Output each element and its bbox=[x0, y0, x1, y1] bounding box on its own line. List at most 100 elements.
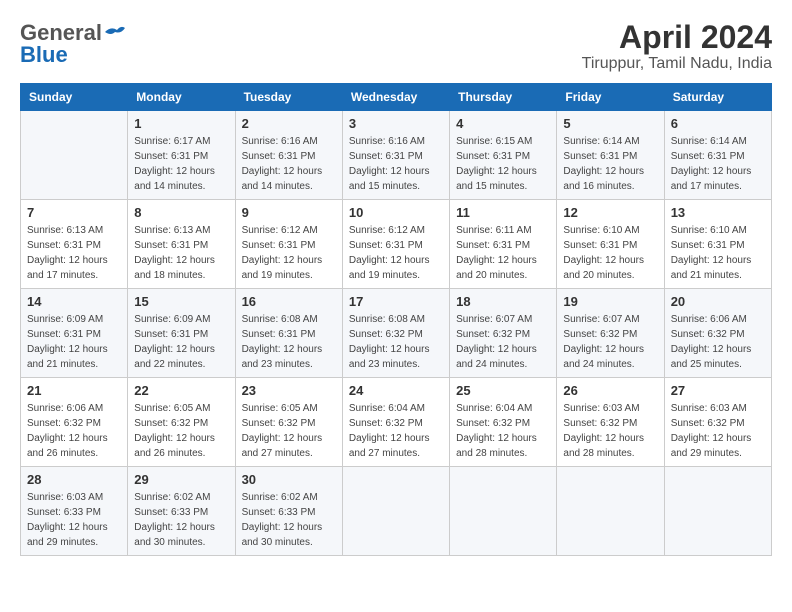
table-row: 7Sunrise: 6:13 AMSunset: 6:31 PMDaylight… bbox=[21, 200, 128, 289]
sunrise-text: Sunrise: 6:08 AM bbox=[242, 314, 318, 325]
calendar-week-5: 28 Sunrise: 6:03 AMSunset: 6:33 PMDayligh… bbox=[21, 467, 772, 556]
day-info: Sunrise: 6:03 AMSunset: 6:32 PMDaylight:… bbox=[563, 401, 657, 461]
table-row: 21Sunrise: 6:06 AMSunset: 6:32 PMDayligh… bbox=[21, 378, 128, 467]
calendar-week-2: 7Sunrise: 6:13 AMSunset: 6:31 PMDaylight… bbox=[21, 200, 772, 289]
table-row: 5Sunrise: 6:14 AMSunset: 6:31 PMDaylight… bbox=[557, 111, 664, 200]
day-number: 3 bbox=[349, 116, 443, 131]
day-number: 2 bbox=[242, 116, 336, 131]
day-info: Sunrise: 6:14 AM Sunset: 6:31 PM Daylight:… bbox=[671, 134, 765, 194]
daylight-text: Daylight: 12 hours and 25 minutes. bbox=[671, 344, 752, 370]
table-row: 9Sunrise: 6:12 AMSunset: 6:31 PMDaylight… bbox=[235, 200, 342, 289]
table-row: 28 Sunrise: 6:03 AMSunset: 6:33 PMDayligh… bbox=[21, 467, 128, 556]
sunrise-text: Sunrise: 6:12 AM bbox=[349, 225, 425, 236]
sunrise-text: Sunrise: 6:08 AM bbox=[349, 314, 425, 325]
sunrise-text: Sunrise: 6:16 AM bbox=[349, 136, 425, 147]
sunrise-text: Sunrise: 6:17 AM bbox=[134, 136, 210, 147]
daylight-text: Daylight: 12 hours and 22 minutes. bbox=[134, 344, 215, 370]
sunrise-text: Sunrise: 6:07 AM bbox=[456, 314, 532, 325]
sunrise-text: Sunrise: 6:14 AM bbox=[671, 136, 747, 147]
table-row: 19Sunrise: 6:07 AMSunset: 6:32 PMDayligh… bbox=[557, 289, 664, 378]
daylight-text: Daylight: 12 hours and 23 minutes. bbox=[349, 344, 430, 370]
sunrise-text: Sunrise: 6:16 AM bbox=[242, 136, 318, 147]
table-row: 8Sunrise: 6:13 AMSunset: 6:31 PMDaylight… bbox=[128, 200, 235, 289]
sunset-text: Sunset: 6:32 PM bbox=[671, 329, 745, 340]
sunset-text: Sunset: 6:31 PM bbox=[349, 151, 423, 162]
day-info: Sunrise: 6:15 AMSunset: 6:31 PMDaylight:… bbox=[456, 134, 550, 194]
sunrise-text: Sunrise: 6:04 AM bbox=[456, 403, 532, 414]
sunrise-text: Sunrise: 6:06 AM bbox=[671, 314, 747, 325]
sunrise-text: Sunrise: 6:13 AM bbox=[134, 225, 210, 236]
day-number: 19 bbox=[563, 294, 657, 309]
daylight-text: Daylight: 12 hours and 17 minutes. bbox=[671, 166, 752, 192]
day-number: 17 bbox=[349, 294, 443, 309]
day-number: 26 bbox=[563, 383, 657, 398]
sunset-text: Sunset: 6:31 PM bbox=[671, 151, 745, 162]
day-info: Sunrise: 6:03 AMSunset: 6:33 PMDaylight:… bbox=[27, 490, 121, 550]
daylight-text: Daylight: 12 hours and 21 minutes. bbox=[27, 344, 108, 370]
daylight-text: Daylight: 12 hours and 19 minutes. bbox=[242, 255, 323, 281]
day-info: Sunrise: 6:05 AMSunset: 6:32 PMDaylight:… bbox=[134, 401, 228, 461]
day-info: Sunrise: 6:08 AMSunset: 6:31 PMDaylight:… bbox=[242, 312, 336, 372]
table-row: 6Sunrise: 6:14 AMSunset: 6:31 PMDaylight… bbox=[664, 111, 771, 200]
day-number: 15 bbox=[134, 294, 228, 309]
day-number: 16 bbox=[242, 294, 336, 309]
bird-icon bbox=[103, 24, 125, 42]
day-info: Sunrise: 6:16 AMSunset: 6:31 PMDaylight:… bbox=[349, 134, 443, 194]
logo: General Blue bbox=[20, 20, 126, 64]
header-thursday: Thursday bbox=[450, 84, 557, 111]
sunrise-text: Sunrise: 6:06 AM bbox=[27, 403, 103, 414]
sunrise-text: Sunrise: 6:05 AM bbox=[242, 403, 318, 414]
sunset-text: Sunset: 6:32 PM bbox=[242, 418, 316, 429]
sunrise-text: Sunrise: 6:15 AM bbox=[456, 136, 532, 147]
calendar-table: Sunday Monday Tuesday Wednesday Thursday… bbox=[20, 83, 772, 556]
day-number: 21 bbox=[27, 383, 121, 398]
daylight-text: Daylight: 12 hours and 29 minutes. bbox=[671, 433, 752, 459]
sunrise-text: Sunrise: 6:03 AM bbox=[671, 403, 747, 414]
day-number: 11 bbox=[456, 205, 550, 220]
sunrise-text: Sunrise: 6:03 AM bbox=[563, 403, 639, 414]
sunset-text: Sunset: 6:31 PM bbox=[563, 151, 637, 162]
page-header: General Blue April 2024 Tiruppur, Tamil … bbox=[20, 20, 772, 73]
sunset-text: Sunset: 6:31 PM bbox=[27, 329, 101, 340]
sunrise-text: Sunrise: 6:12 AM bbox=[242, 225, 318, 236]
day-info: Sunrise: 6:10 AMSunset: 6:31 PMDaylight:… bbox=[671, 223, 765, 283]
day-number: 9 bbox=[242, 205, 336, 220]
day-info: Sunrise: 6:02 AMSunset: 6:33 PMDaylight:… bbox=[242, 490, 336, 550]
sunset-text: Sunset: 6:31 PM bbox=[456, 151, 530, 162]
calendar-header-row: Sunday Monday Tuesday Wednesday Thursday… bbox=[21, 84, 772, 111]
daylight-text: Daylight: 12 hours and 20 minutes. bbox=[456, 255, 537, 281]
daylight-text: Daylight: 12 hours and 21 minutes. bbox=[671, 255, 752, 281]
table-row: 12Sunrise: 6:10 AMSunset: 6:31 PMDayligh… bbox=[557, 200, 664, 289]
daylight-text: Daylight: 12 hours and 24 minutes. bbox=[456, 344, 537, 370]
sunrise-text: Sunrise: 6:04 AM bbox=[349, 403, 425, 414]
daylight-text: Daylight: 12 hours and 24 minutes. bbox=[563, 344, 644, 370]
day-number: 29 bbox=[134, 472, 228, 487]
sunrise-text: Sunrise: 6:09 AM bbox=[27, 314, 103, 325]
sunrise-text: Sunrise: 6:07 AM bbox=[563, 314, 639, 325]
calendar-week-1: 1 Sunrise: 6:17 AM Sunset: 6:31 PM Daylight… bbox=[21, 111, 772, 200]
sunset-text: Sunset: 6:32 PM bbox=[671, 418, 745, 429]
day-number: 28 bbox=[27, 472, 121, 487]
table-row bbox=[557, 467, 664, 556]
day-number: 25 bbox=[456, 383, 550, 398]
daylight-text: Daylight: 12 hours and 19 minutes. bbox=[349, 255, 430, 281]
sunset-text: Sunset: 6:33 PM bbox=[27, 507, 101, 518]
day-number: 10 bbox=[349, 205, 443, 220]
daylight-text: Daylight: 12 hours and 28 minutes. bbox=[563, 433, 644, 459]
sunrise-text: Sunrise: 6:05 AM bbox=[134, 403, 210, 414]
day-info: Sunrise: 6:03 AM Sunset: 6:32 PM Daylight:… bbox=[671, 401, 765, 461]
daylight-text: Daylight: 12 hours and 27 minutes. bbox=[242, 433, 323, 459]
day-number: 23 bbox=[242, 383, 336, 398]
day-info: Sunrise: 6:11 AMSunset: 6:31 PMDaylight:… bbox=[456, 223, 550, 283]
day-info: Sunrise: 6:07 AMSunset: 6:32 PMDaylight:… bbox=[456, 312, 550, 372]
table-row: 17Sunrise: 6:08 AMSunset: 6:32 PMDayligh… bbox=[342, 289, 449, 378]
header-monday: Monday bbox=[128, 84, 235, 111]
sunset-text: Sunset: 6:31 PM bbox=[134, 240, 208, 251]
table-row: 10Sunrise: 6:12 AMSunset: 6:31 PMDayligh… bbox=[342, 200, 449, 289]
page-subtitle: Tiruppur, Tamil Nadu, India bbox=[582, 55, 772, 73]
day-number: 1 bbox=[134, 116, 228, 131]
sunrise-text: Sunrise: 6:09 AM bbox=[134, 314, 210, 325]
table-row: 26 Sunrise: 6:03 AMSunset: 6:32 PMDayligh… bbox=[557, 378, 664, 467]
sunrise-text: Sunrise: 6:13 AM bbox=[27, 225, 103, 236]
sunset-text: Sunset: 6:31 PM bbox=[242, 151, 316, 162]
